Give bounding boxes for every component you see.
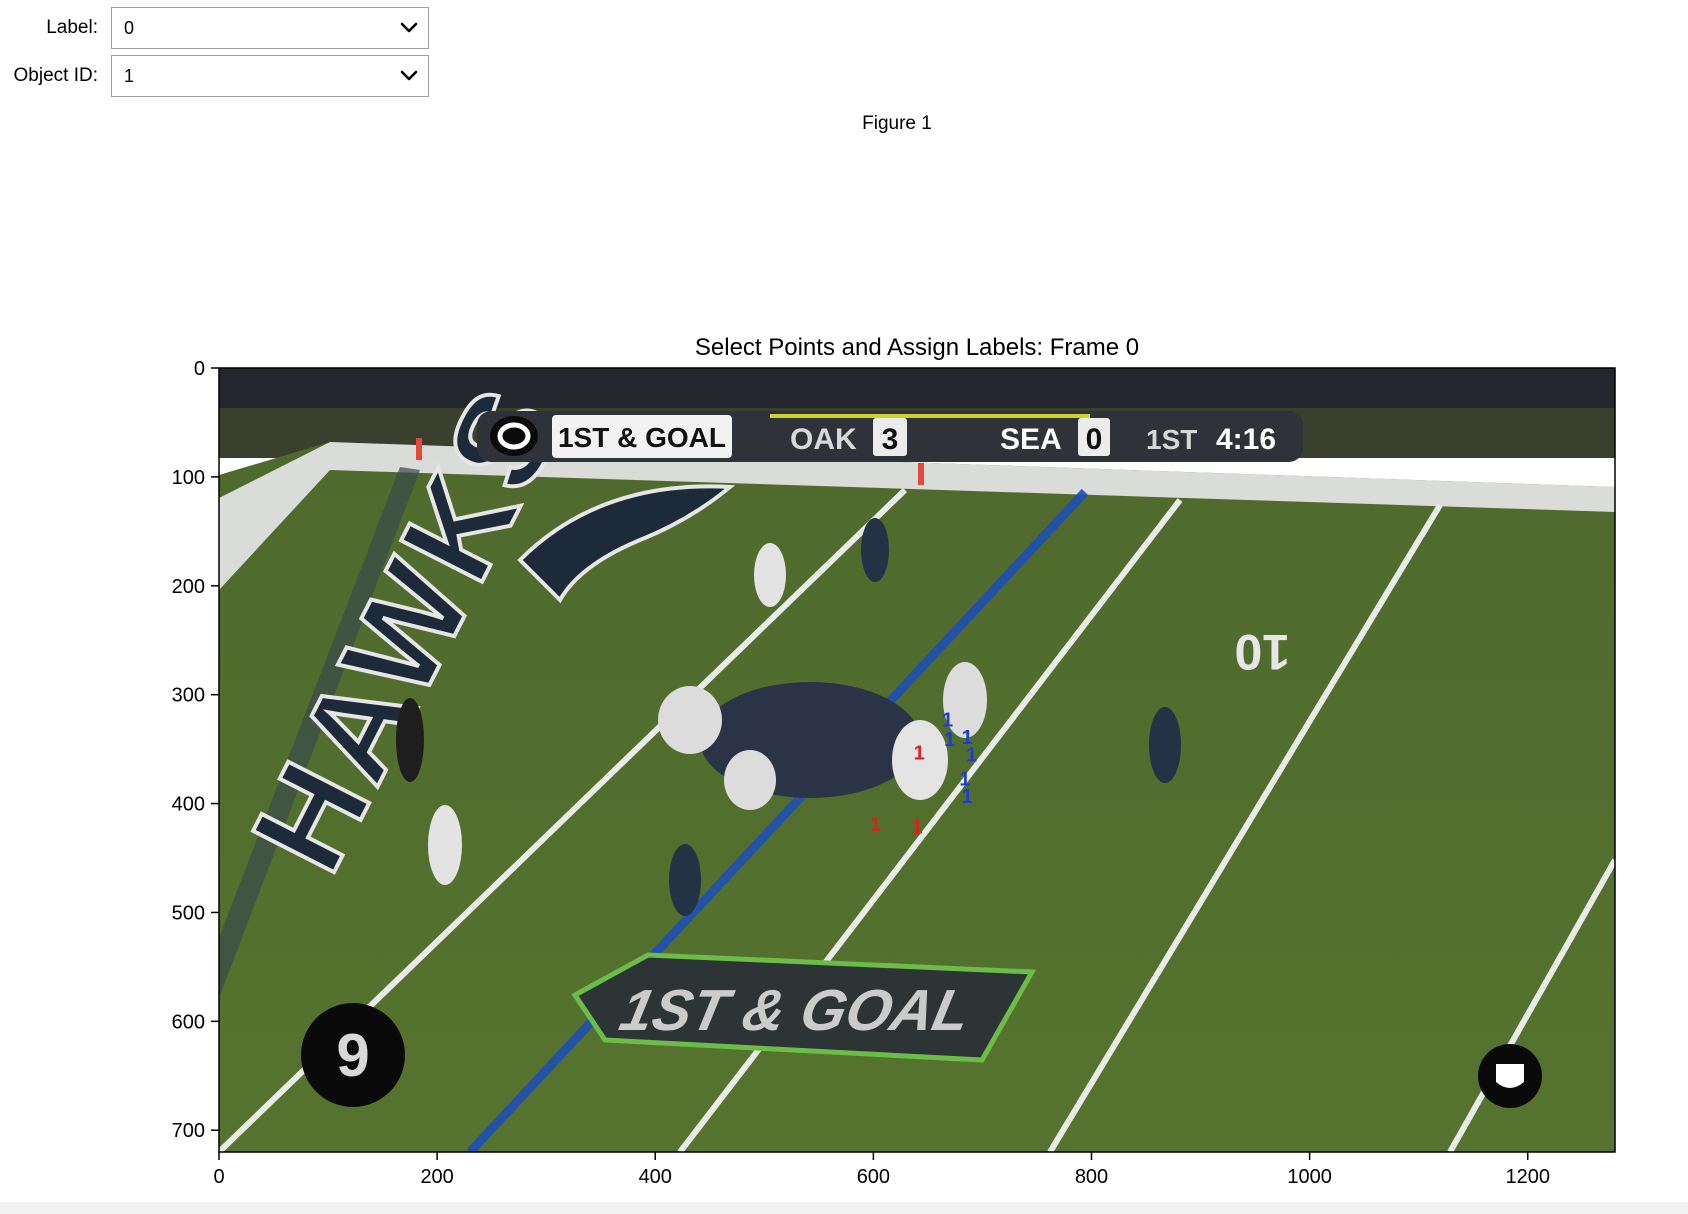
score-bug: 1ST & GOAL OAK 3 SEA 0 1ST 4:16 (477, 411, 1303, 462)
away-score: 3 (882, 423, 899, 456)
pylon (918, 463, 924, 485)
x-tick-label: 200 (420, 1166, 453, 1188)
video-frame[interactable]: HAWKS 10 1ST & GOAL 1ST & GOAL OAK 3 SEA… (219, 361, 1615, 1152)
down-distance: 1ST & GOAL (558, 422, 726, 453)
y-tick-label: 500 (172, 902, 205, 924)
negative-point-marker[interactable]: 1 (870, 814, 881, 836)
x-tick-label: 1000 (1287, 1166, 1332, 1188)
negative-point-marker[interactable]: 1 (914, 742, 925, 764)
crowd-band (219, 368, 1615, 408)
replay-shield-icon (1496, 1064, 1524, 1088)
figure-canvas: Select Points and Assign Labels: Frame 0… (172, 334, 1616, 1188)
pylon (416, 438, 422, 460)
quarter: 1ST (1146, 424, 1197, 455)
timer-badge-text: 9 (336, 1022, 369, 1089)
field-graphic-text: 1ST & GOAL (614, 979, 976, 1043)
y-tick-label: 200 (172, 576, 205, 598)
y-tick-label: 100 (172, 467, 205, 489)
x-axis: 0 200 400 600 800 1000 1200 (213, 1152, 1550, 1188)
x-tick-label: 600 (857, 1166, 890, 1188)
y-tick-label: 700 (172, 1120, 205, 1142)
yard-number: 10 (1234, 624, 1290, 680)
game-clock: 4:16 (1216, 423, 1276, 456)
y-axis: 0 100 200 300 400 500 600 700 (172, 358, 219, 1142)
bottom-scroll-strip (0, 1202, 1688, 1214)
away-team: OAK (790, 423, 857, 456)
negative-point-marker[interactable]: 1 (911, 816, 922, 838)
x-tick-label: 0 (213, 1166, 224, 1188)
home-score: 0 (1086, 423, 1103, 456)
x-tick-label: 400 (639, 1166, 672, 1188)
y-tick-label: 600 (172, 1011, 205, 1033)
plot-title: Select Points and Assign Labels: Frame 0 (695, 334, 1139, 361)
positive-point-marker[interactable]: 1 (966, 744, 977, 766)
y-tick-label: 400 (172, 794, 205, 816)
y-tick-label: 300 (172, 685, 205, 707)
positive-point-marker[interactable]: 1 (944, 729, 955, 751)
positive-point-marker[interactable]: 1 (962, 786, 973, 808)
y-tick-label: 0 (194, 358, 205, 380)
x-tick-label: 800 (1075, 1166, 1108, 1188)
home-team: SEA (1000, 423, 1062, 456)
x-tick-label: 1200 (1506, 1166, 1551, 1188)
